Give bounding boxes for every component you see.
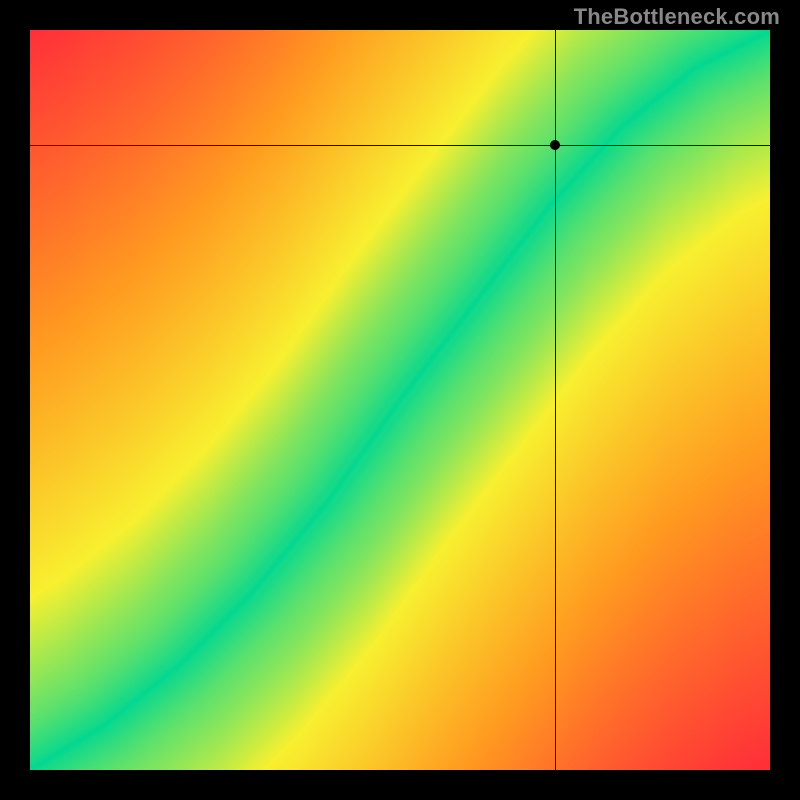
heatmap-canvas (30, 30, 770, 770)
crosshair-point (550, 140, 560, 150)
watermark-text: TheBottleneck.com (574, 4, 780, 30)
plot-area (30, 30, 770, 770)
crosshair-horizontal (30, 145, 770, 146)
chart-container: TheBottleneck.com (0, 0, 800, 800)
